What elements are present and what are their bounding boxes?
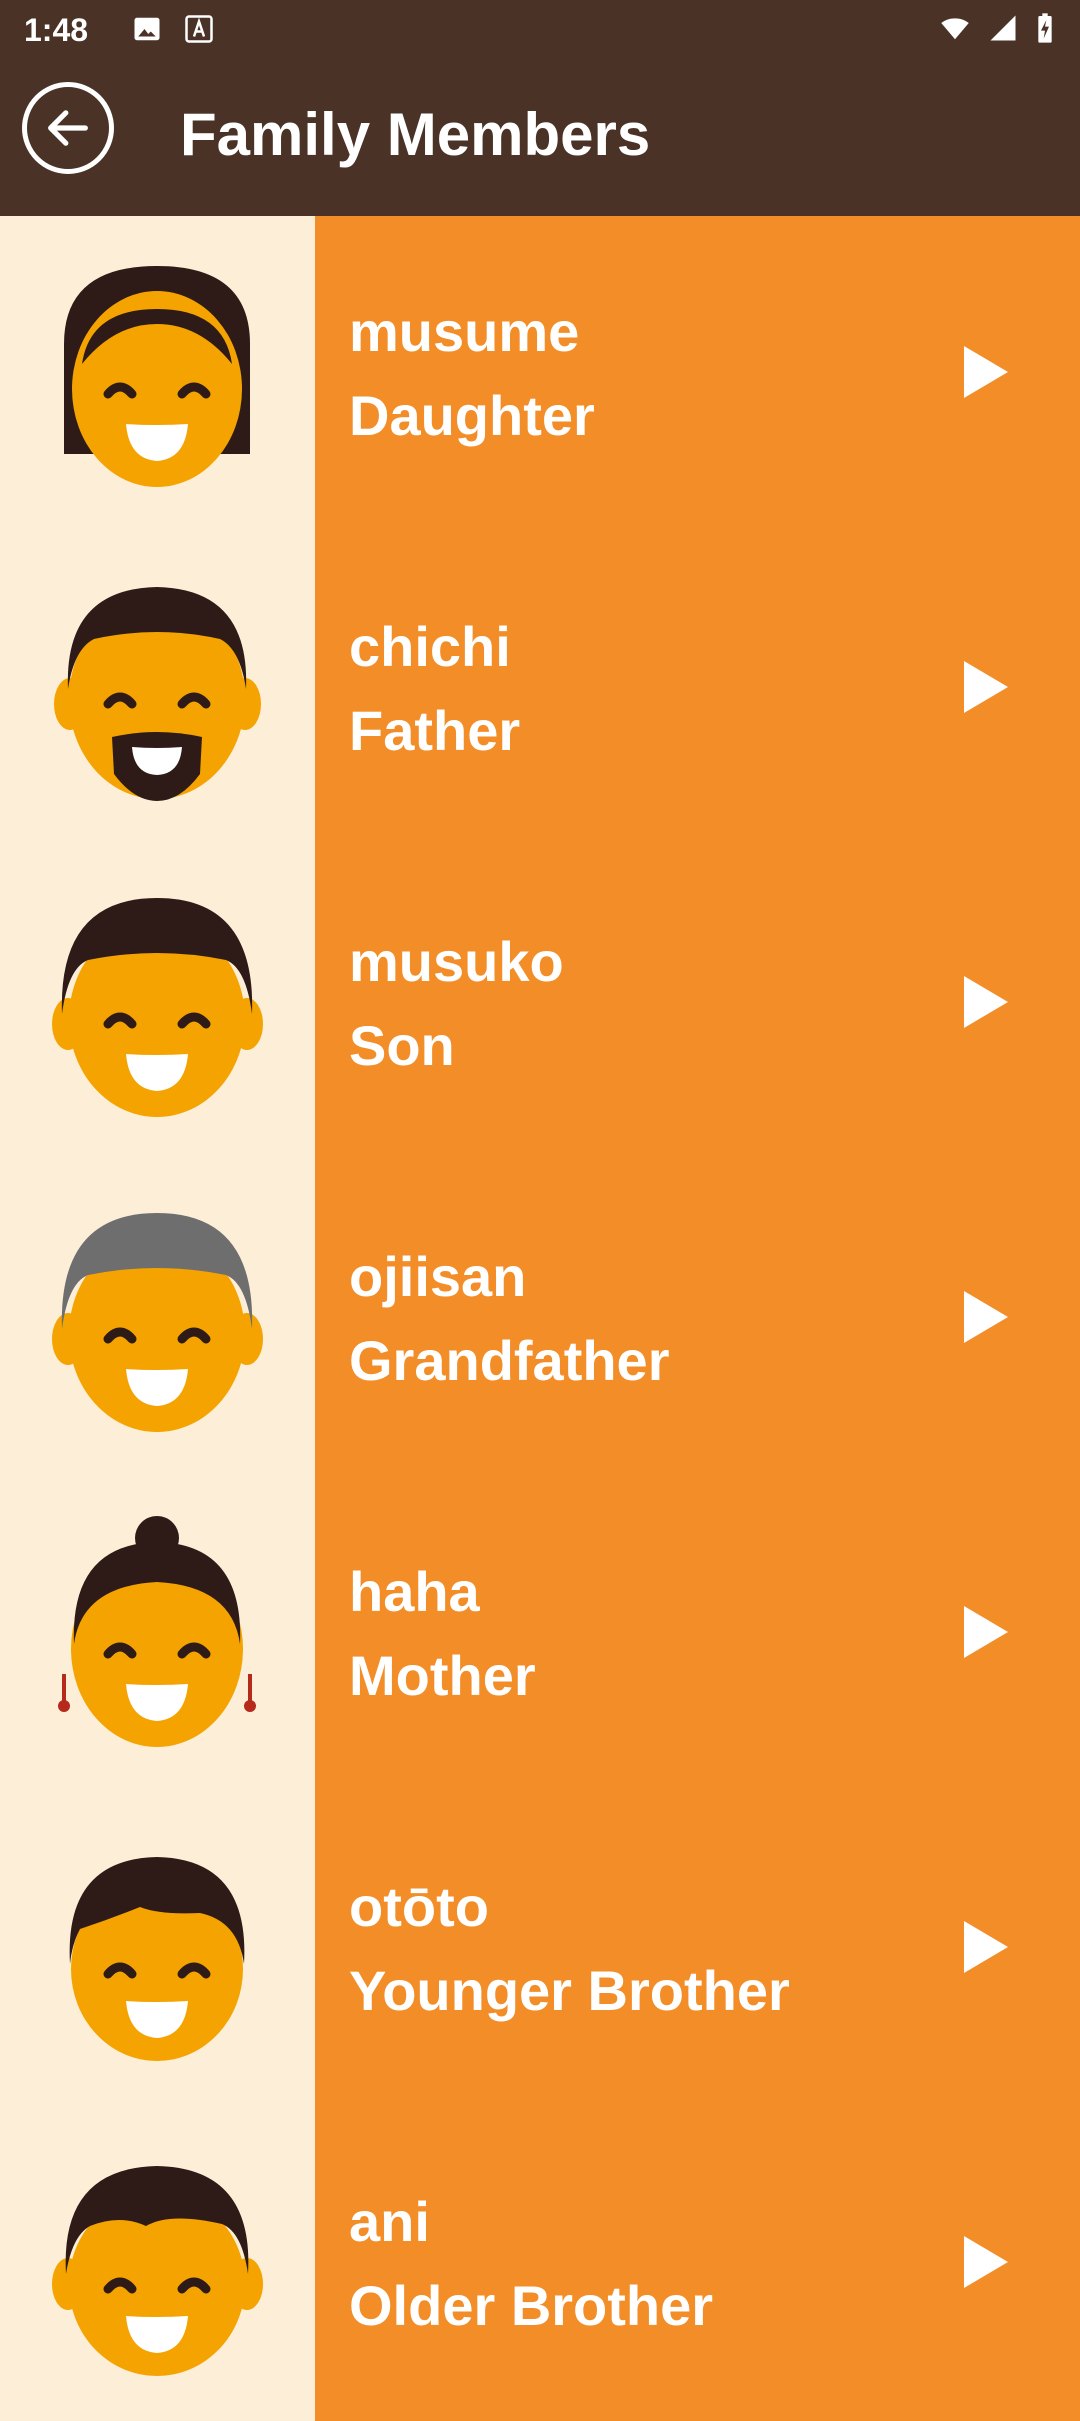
- text-panel: musuko Son: [315, 846, 1080, 1161]
- status-time: 1:48: [24, 12, 89, 48]
- japanese-word: musuko: [349, 930, 564, 993]
- father-face-icon: [54, 587, 261, 801]
- daughter-face-icon: [64, 266, 250, 487]
- japanese-word: ojiisan: [349, 1245, 527, 1308]
- family-members-list: musume Daughter chichi Father musuko Son…: [0, 216, 1080, 2421]
- page-title: Family Members: [180, 101, 651, 168]
- english-translation: Father: [349, 699, 521, 762]
- status-bar: 1:48: [0, 0, 1080, 60]
- list-item[interactable]: ani Older Brother: [0, 2106, 1080, 2421]
- signal-icon: [990, 15, 1016, 41]
- play-icon[interactable]: [964, 346, 1008, 398]
- list-item[interactable]: otōto Younger Brother: [0, 1791, 1080, 2106]
- list-item[interactable]: haha Mother: [0, 1476, 1080, 1791]
- japanese-word: musume: [349, 300, 580, 363]
- face-image-mother: [0, 1476, 315, 1791]
- text-panel: musume Daughter: [315, 216, 1080, 531]
- english-translation: Grandfather: [349, 1329, 670, 1392]
- list-item[interactable]: chichi Father: [0, 531, 1080, 846]
- face-image-older-brother: [0, 2106, 315, 2421]
- play-icon[interactable]: [964, 2236, 1008, 2288]
- app-bar: Family Members: [0, 60, 1080, 216]
- older-brother-face-icon: [52, 2166, 263, 2376]
- face-image-younger-brother: [0, 1791, 315, 2106]
- play-icon[interactable]: [964, 1606, 1008, 1658]
- japanese-word: otōto: [349, 1875, 489, 1938]
- play-icon[interactable]: [964, 1921, 1008, 1973]
- mother-face-icon: [58, 1516, 256, 1747]
- back-button[interactable]: [22, 82, 114, 174]
- image-icon: [134, 17, 160, 41]
- english-translation: Son: [349, 1014, 455, 1077]
- battery-charging-icon: [1038, 13, 1052, 43]
- arrow-left-icon: [48, 110, 88, 146]
- younger-brother-face-icon: [69, 1857, 245, 2061]
- text-panel: ojiisan Grandfather: [315, 1161, 1080, 1476]
- face-image-father: [0, 531, 315, 846]
- japanese-word: haha: [349, 1560, 480, 1623]
- play-icon[interactable]: [964, 661, 1008, 713]
- list-item[interactable]: musume Daughter: [0, 216, 1080, 531]
- wifi-icon: [941, 18, 969, 40]
- english-translation: Younger Brother: [349, 1959, 790, 2022]
- text-panel: haha Mother: [315, 1476, 1080, 1791]
- text-panel: ani Older Brother: [315, 2106, 1080, 2421]
- english-translation: Older Brother: [349, 2274, 714, 2337]
- japanese-word: chichi: [349, 615, 511, 678]
- japanese-word: ani: [349, 2190, 430, 2253]
- son-face-icon: [52, 898, 263, 1117]
- english-translation: Mother: [349, 1644, 536, 1707]
- a-icon: [185, 15, 213, 43]
- play-icon[interactable]: [964, 976, 1008, 1028]
- face-image-grandfather: [0, 1161, 315, 1476]
- play-icon[interactable]: [964, 1291, 1008, 1343]
- text-panel: otōto Younger Brother: [315, 1791, 1080, 2106]
- text-panel: chichi Father: [315, 531, 1080, 846]
- face-image-daughter: [0, 216, 315, 531]
- english-translation: Daughter: [349, 384, 595, 447]
- list-item[interactable]: ojiisan Grandfather: [0, 1161, 1080, 1476]
- face-image-son: [0, 846, 315, 1161]
- list-item[interactable]: musuko Son: [0, 846, 1080, 1161]
- grandfather-face-icon: [52, 1213, 263, 1432]
